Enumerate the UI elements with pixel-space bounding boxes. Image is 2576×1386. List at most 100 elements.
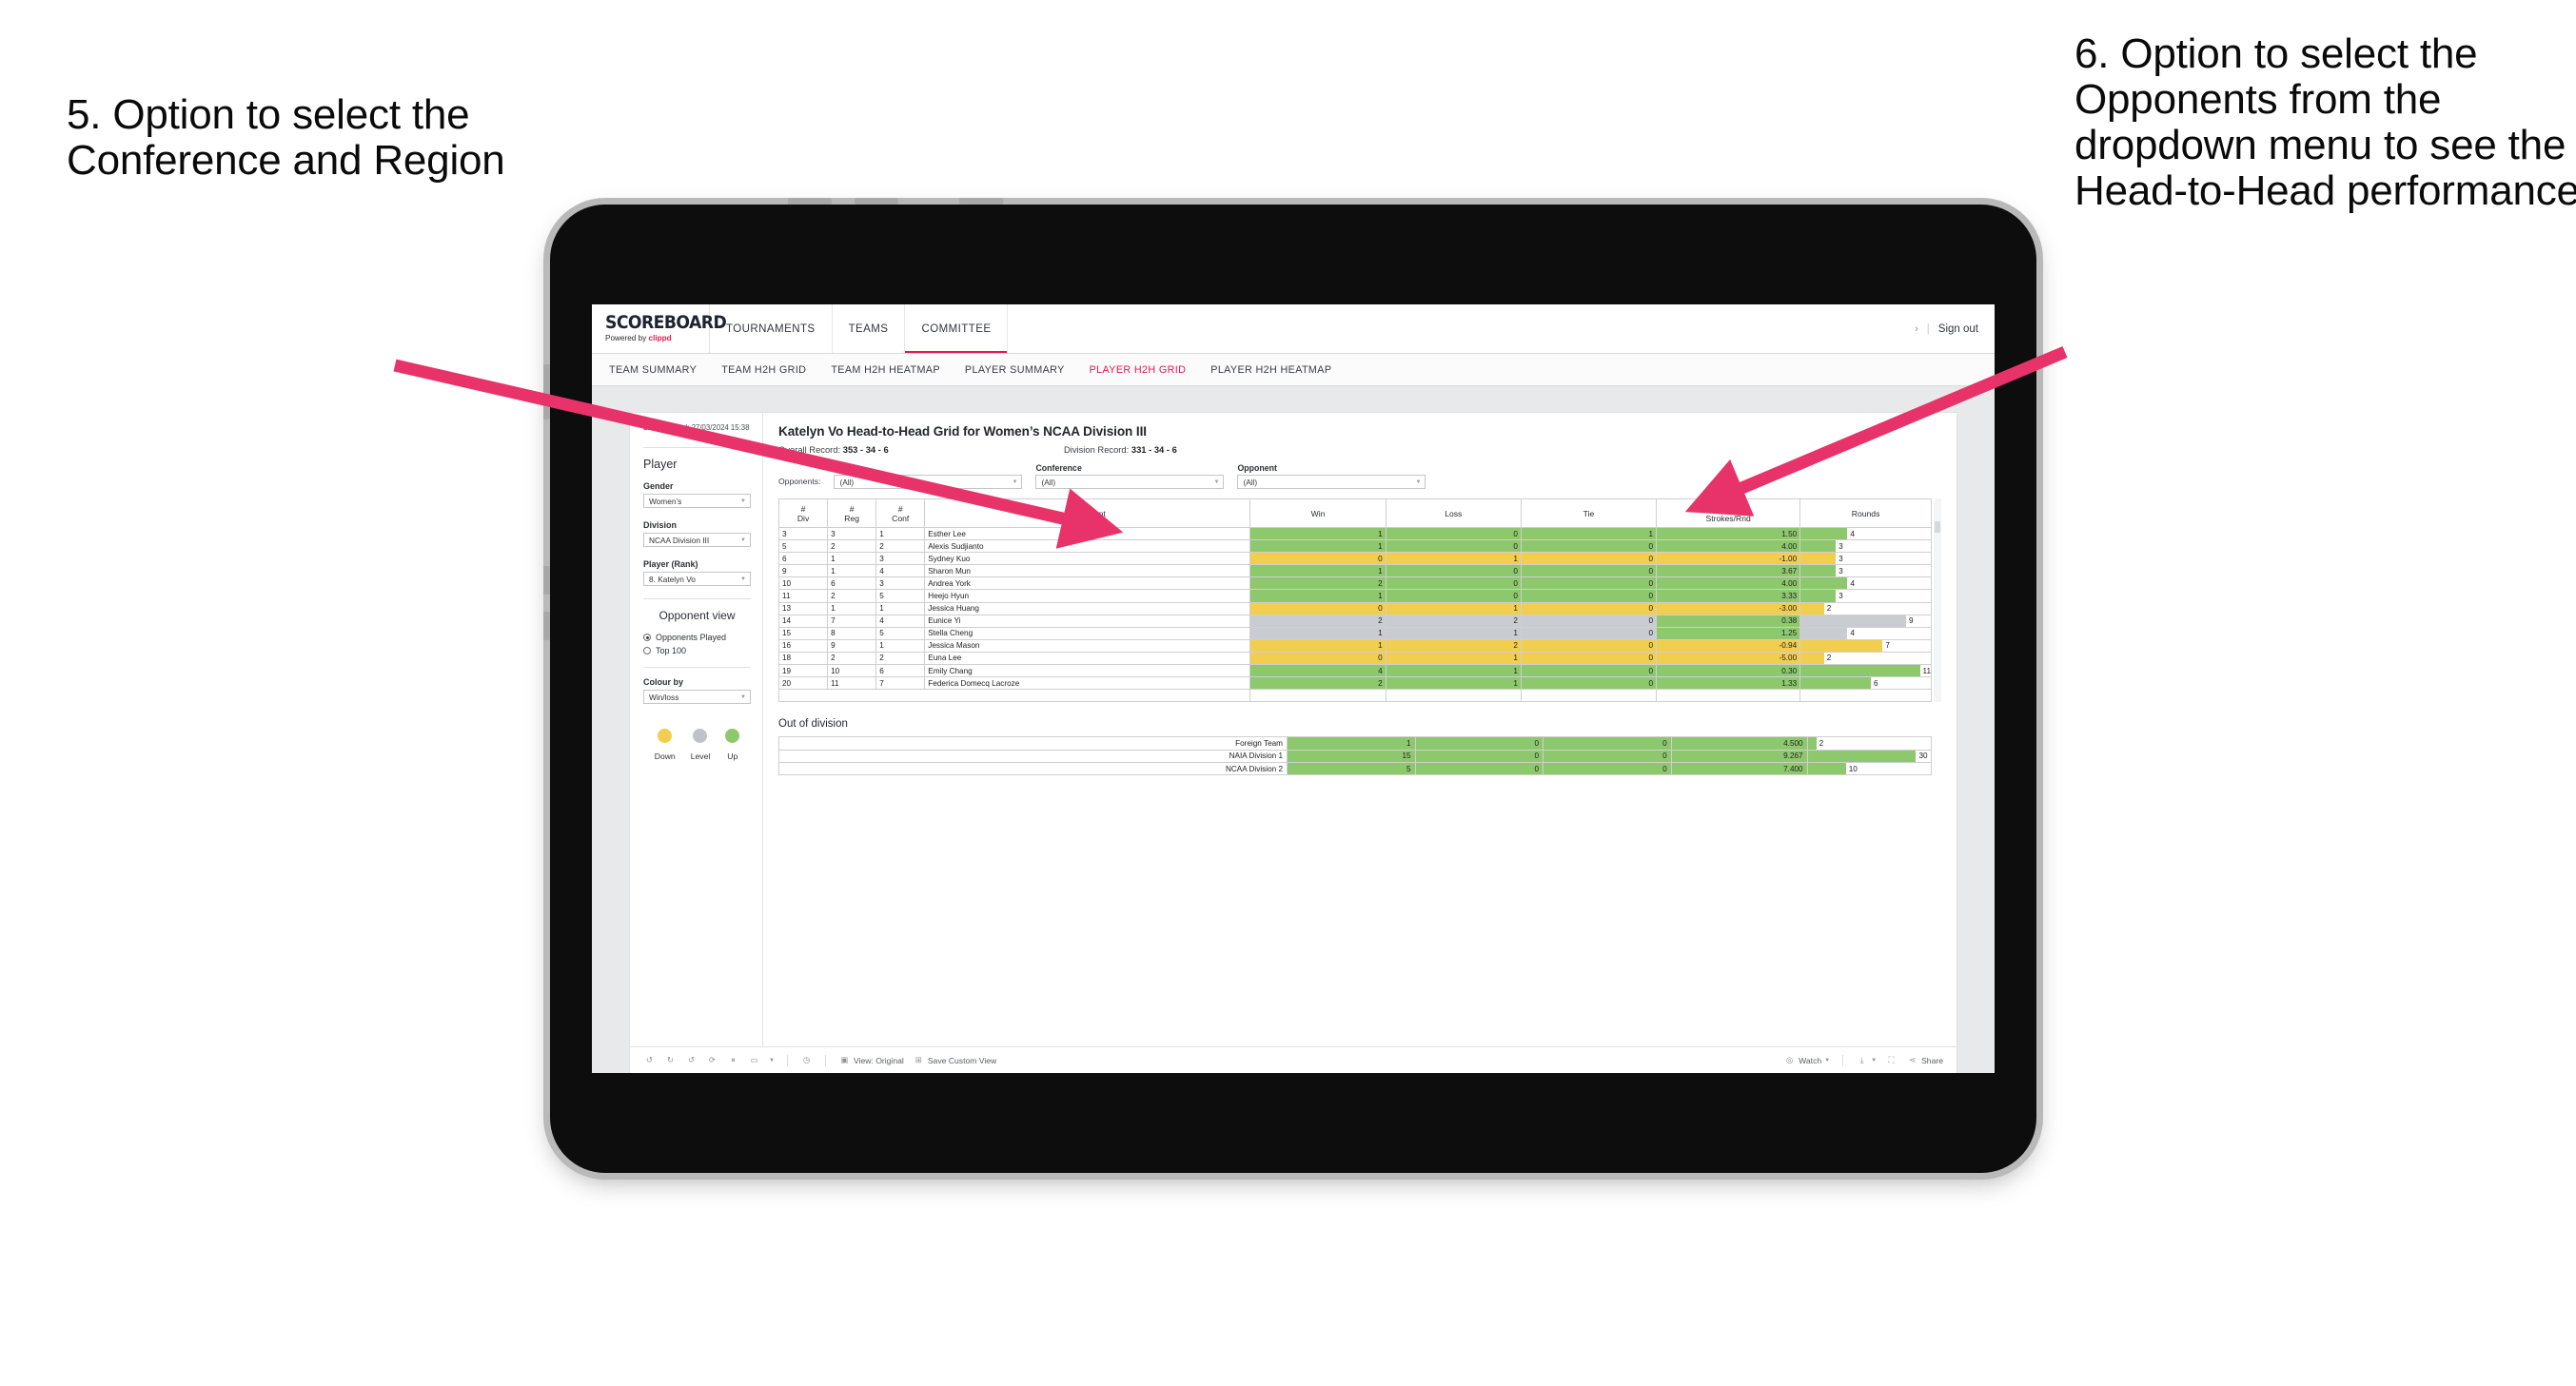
gender-select[interactable]: Women’s ▼ bbox=[643, 494, 751, 508]
cell-conf: 7 bbox=[875, 676, 926, 691]
cell-diff: 4.00 bbox=[1656, 539, 1801, 554]
refresh-data-icon[interactable]: ⟳ bbox=[706, 1054, 718, 1066]
pause-updates-icon[interactable]: ⏸ bbox=[727, 1054, 739, 1066]
sign-out-link[interactable]: Sign out bbox=[1938, 323, 1978, 335]
shape-icon[interactable]: ▭ bbox=[748, 1054, 760, 1066]
conference-select[interactable]: (All) ▼ bbox=[1035, 475, 1225, 489]
watch-button[interactable]: ◎ Watch ▼ bbox=[1783, 1054, 1830, 1066]
out-of-division-row[interactable]: NAIA Division 1 15 0 0 9.267 30 bbox=[777, 749, 1933, 763]
out-of-division-row[interactable]: NCAA Division 2 5 0 0 7.400 10 bbox=[777, 761, 1933, 776]
share-button[interactable]: ⋖ Share bbox=[1906, 1054, 1943, 1066]
legend-dot-up bbox=[725, 729, 740, 743]
table-row[interactable]: 11 2 5 Heejo Hyun 1 0 0 3.33 3 bbox=[777, 589, 1932, 603]
cell-diff: 4.00 bbox=[1656, 576, 1801, 591]
h2h-table-head: # Div # Reg # Conf Opponent Win Loss Tie Di… bbox=[777, 498, 1932, 528]
top-nav-item-committee[interactable]: COMMITTEE bbox=[905, 304, 1009, 353]
division-select[interactable]: NCAA Division III ▼ bbox=[643, 533, 751, 547]
sub-nav-item-player-h2h-heatmap[interactable]: PLAYER H2H HEATMAP bbox=[1210, 364, 1331, 376]
table-row[interactable]: 15 8 5 Stella Cheng 1 1 0 1.25 4 bbox=[777, 626, 1932, 640]
cell-rounds: 2 bbox=[1799, 651, 1932, 666]
cell-loss: 0 bbox=[1385, 589, 1522, 603]
region-label: Region bbox=[834, 463, 863, 473]
view-icon: ▣ bbox=[840, 1055, 849, 1064]
scrollbar-thumb[interactable] bbox=[1935, 521, 1940, 533]
table-vertical-scrollbar[interactable] bbox=[1934, 498, 1941, 703]
table-row[interactable]: 13 1 1 Jessica Huang 0 1 0 -3.00 2 bbox=[777, 601, 1932, 615]
region-value: (All) bbox=[839, 477, 855, 487]
out-of-division-row[interactable]: Foreign Team 1 0 0 4.500 2 bbox=[777, 736, 1933, 751]
col-header-diff: Diff Av Strokes/Rnd bbox=[1656, 498, 1801, 528]
cell-diff: 0.38 bbox=[1656, 614, 1801, 628]
cell-opponent: Jessica Mason bbox=[924, 638, 1251, 653]
cell-win: 0 bbox=[1249, 601, 1386, 615]
cell-div: 3 bbox=[777, 526, 829, 541]
top-nav-item-tournaments[interactable]: TOURNAMENTS bbox=[710, 304, 833, 353]
table-row[interactable]: 5 2 2 Alexis Sudjianto 1 0 0 4.00 3 bbox=[777, 539, 1932, 554]
table-row[interactable]: 14 7 4 Eunice Yi 2 2 0 0.38 9 bbox=[777, 614, 1932, 628]
player-rank-value: 8. Katelyn Vo bbox=[649, 574, 696, 584]
region-select[interactable]: (All) ▼ bbox=[834, 475, 1023, 489]
sub-nav-item-team-h2h-heatmap[interactable]: TEAM H2H HEATMAP bbox=[831, 364, 940, 376]
radio-opponents-played[interactable]: Opponents Played bbox=[643, 633, 751, 642]
cell-reg: 2 bbox=[827, 651, 877, 666]
redo-icon[interactable]: ↻ bbox=[664, 1054, 677, 1066]
table-row[interactable]: 20 11 7 Federica Domecq Lacroze 2 1 0 1.33 6 bbox=[777, 676, 1932, 691]
cell-rounds: 2 bbox=[1799, 601, 1932, 615]
chevron-down-icon: ▼ bbox=[1213, 478, 1220, 485]
sub-nav-item-player-summary[interactable]: PLAYER SUMMARY bbox=[965, 364, 1065, 376]
cell-conf: 4 bbox=[875, 564, 926, 578]
cell-div: 14 bbox=[777, 614, 829, 628]
view-original-button[interactable]: ▣ View: Original bbox=[838, 1054, 903, 1066]
cell-rounds: 3 bbox=[1799, 552, 1932, 566]
h2h-grid-wrapper: # Div # Reg # Conf Opponent Win Loss Tie Di… bbox=[777, 498, 1941, 703]
cell-loss: 1 bbox=[1385, 626, 1522, 640]
sidebar-divider-2 bbox=[643, 598, 751, 599]
chevron-right-icon[interactable]: › bbox=[1915, 323, 1918, 335]
table-row[interactable]: 3 3 1 Esther Lee 1 0 1 1.50 4 bbox=[777, 526, 1932, 541]
sub-nav-item-player-h2h-grid[interactable]: PLAYER H2H GRID bbox=[1090, 364, 1187, 376]
sub-nav-item-team-h2h-grid[interactable]: TEAM H2H GRID bbox=[721, 364, 806, 376]
col-header-loss: Loss bbox=[1385, 498, 1522, 528]
cell-reg: 9 bbox=[827, 638, 877, 653]
cell-opponent: Alexis Sudjianto bbox=[924, 539, 1251, 554]
table-row[interactable]: 18 2 2 Euna Lee 0 1 0 -5.00 2 bbox=[777, 651, 1932, 666]
undo-icon[interactable]: ↺ bbox=[643, 1054, 656, 1066]
filters-lead-label: Opponents: bbox=[778, 477, 821, 486]
radio-icon-unselected bbox=[643, 647, 651, 654]
cell-reg: 10 bbox=[827, 664, 877, 678]
toolbar-divider-2 bbox=[824, 1054, 826, 1066]
sub-nav-item-team-summary[interactable]: TEAM SUMMARY bbox=[609, 364, 697, 376]
tablet-screen: SCOREBOARD Powered by clippd TOURNAMENTS… bbox=[592, 304, 1995, 1073]
cell-div: 18 bbox=[777, 651, 829, 666]
download-icon: ⤓ bbox=[1859, 1055, 1864, 1064]
tablet-button-top-1 bbox=[788, 198, 832, 205]
colour-by-select[interactable]: Win/loss ▼ bbox=[643, 690, 751, 704]
save-view-icon: ⊞ bbox=[914, 1055, 922, 1064]
radio-top-100[interactable]: Top 100 bbox=[643, 646, 751, 655]
save-custom-view-button[interactable]: ⊞ Save Custom View bbox=[913, 1054, 997, 1066]
filter-group-conference: Conference (All) ▼ bbox=[1035, 463, 1225, 489]
cell-win: 4 bbox=[1249, 664, 1386, 678]
revert-icon[interactable]: ↺ bbox=[685, 1054, 698, 1066]
table-row[interactable]: 6 1 3 Sydney Kuo 0 1 0 -1.00 3 bbox=[777, 552, 1932, 566]
table-row[interactable]: 9 1 4 Sharon Mun 1 0 0 3.67 3 bbox=[777, 564, 1932, 578]
download-button[interactable]: ⤓ ▼ bbox=[1856, 1054, 1877, 1066]
fullscreen-icon[interactable]: ⛶ bbox=[1885, 1054, 1898, 1066]
main-panel: Katelyn Vo Head-to-Head Grid for Women’s… bbox=[763, 413, 1957, 1046]
table-row[interactable]: 10 6 3 Andrea York 2 0 0 4.00 4 bbox=[777, 576, 1932, 591]
cell-win: 1 bbox=[1249, 589, 1386, 603]
table-row[interactable]: 19 10 6 Emily Chang 4 1 0 0.30 11 bbox=[777, 664, 1932, 678]
clock-icon[interactable]: ◷ bbox=[800, 1054, 813, 1066]
chevron-down-icon[interactable]: ▼ bbox=[769, 1058, 775, 1064]
overall-record: Overall Record: 353 - 34 - 6 bbox=[778, 444, 1064, 455]
legend-item-level: Level bbox=[691, 729, 710, 761]
filter-sidebar: Last Updated: 27/03/2024 15:38 Player Ge… bbox=[630, 413, 763, 1046]
app-logo[interactable]: SCOREBOARD Powered by clippd bbox=[592, 304, 727, 353]
opponent-select[interactable]: (All) ▼ bbox=[1237, 475, 1426, 489]
player-rank-select[interactable]: 8. Katelyn Vo ▼ bbox=[643, 572, 751, 586]
cell-opponent: Federica Domecq Lacroze bbox=[924, 676, 1251, 691]
table-row[interactable]: 16 9 1 Jessica Mason 1 2 0 -0.94 7 bbox=[777, 638, 1932, 653]
top-nav-item-teams[interactable]: TEAMS bbox=[833, 304, 906, 353]
cell-rounds: 11 bbox=[1799, 664, 1932, 678]
out-of-division-title: Out of division bbox=[778, 718, 848, 731]
